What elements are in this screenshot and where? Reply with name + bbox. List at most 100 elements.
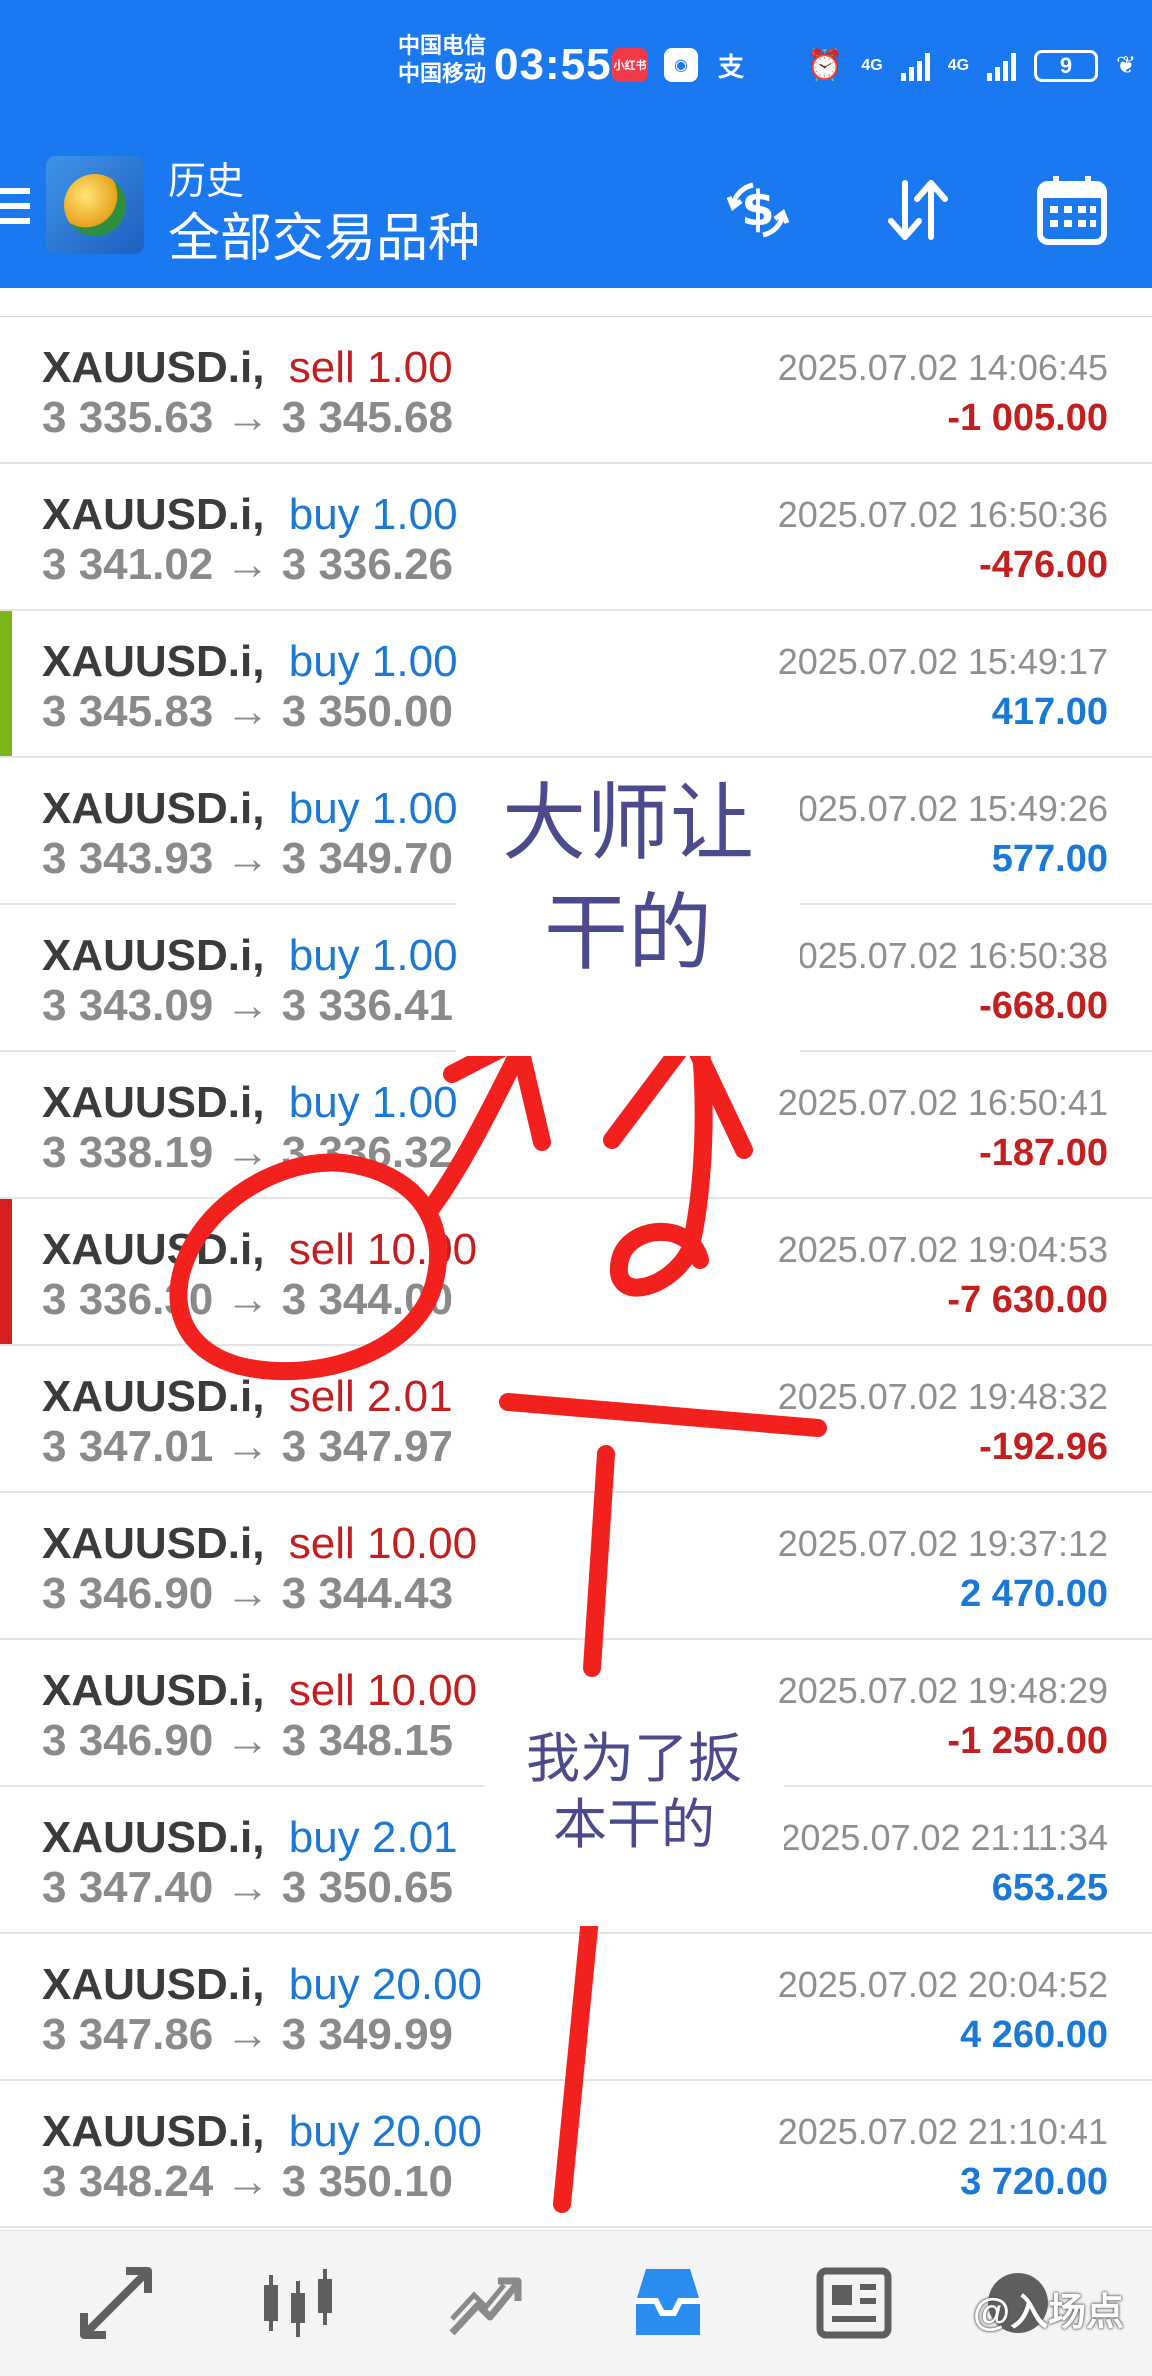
note-1-line-1: 大师让	[501, 776, 754, 870]
open-price: 3 341.02	[42, 540, 214, 589]
trade-type: sell	[288, 1225, 355, 1274]
history-icon[interactable]	[622, 2257, 714, 2349]
battery-icon: 9	[1034, 49, 1099, 82]
arrow-right-icon: →	[225, 834, 282, 883]
arrow-right-icon: →	[225, 2010, 282, 2059]
trade-volume: 1.00	[371, 931, 458, 980]
symbol-separator: ,	[252, 490, 265, 539]
trade-type: buy	[288, 2107, 360, 2156]
app-bar: 历史 全部交易品种 $	[0, 140, 1152, 288]
trade-row[interactable]: XAUUSD.i, buy 20.00 3 348.24 → 3 350.10 …	[0, 2081, 1152, 2228]
annotation-note-1: 大师让 干的	[456, 758, 800, 1056]
net-type-2: 4G	[947, 56, 970, 74]
trade-row[interactable]: XAUUSD.i, buy 20.00 3 347.86 → 3 349.99 …	[0, 1934, 1152, 2081]
trade-time: 2025.07.02 16:50:38	[777, 935, 1108, 976]
signal-icon-1	[900, 51, 930, 81]
trade-profit: 417.00	[991, 691, 1108, 733]
trade-prices: 3 348.24 → 3 350.10	[42, 2157, 453, 2207]
trade-symbol-line: XAUUSD.i, buy 1.00	[42, 490, 458, 540]
quotes-icon[interactable]	[70, 2257, 162, 2349]
trade-prices: 3 347.01 → 3 347.97	[42, 1422, 453, 1472]
close-price: 3 344.00	[281, 1275, 454, 1324]
trade-volume: 1.00	[371, 490, 458, 539]
trade-time: 2025.07.02 19:04:53	[777, 1229, 1108, 1270]
trade-type: sell	[288, 1372, 355, 1421]
close-price: 3 345.68	[281, 393, 454, 442]
net-type-1: 4G	[861, 56, 883, 74]
close-price: 3 336.26	[281, 540, 454, 589]
trade-row[interactable]: XAUUSD.i, buy 1.00 3 341.02 → 3 336.26 2…	[0, 464, 1152, 611]
trade-type: sell	[288, 1666, 355, 1715]
open-price: 3 338.19	[42, 1128, 214, 1177]
trade-symbol: XAUUSD.i	[42, 637, 253, 686]
trade-symbol-line: XAUUSD.i, buy 20.00	[42, 1960, 482, 2010]
status-app-icons: 小红书 ◉ 支	[612, 48, 748, 82]
trade-symbol: XAUUSD.i	[42, 343, 253, 392]
trade-row[interactable]: XAUUSD.i, buy 1.00 3 345.83 → 3 350.00 2…	[0, 611, 1152, 758]
symbol-separator: ,	[252, 1225, 265, 1274]
trade-symbol: XAUUSD.i	[42, 490, 253, 539]
arrow-right-icon: →	[225, 981, 282, 1030]
symbol-separator: ,	[252, 637, 265, 686]
trade-time: 2025.07.02 16:50:41	[777, 1082, 1108, 1123]
close-price: 3 349.70	[281, 834, 454, 883]
open-price: 3 343.09	[42, 981, 214, 1030]
trade-symbol-line: XAUUSD.i, buy 1.00	[42, 931, 458, 981]
symbol-separator: ,	[252, 931, 265, 980]
carrier-1: 中国电信	[398, 33, 487, 58]
calendar-icon[interactable]	[1032, 170, 1112, 250]
trade-symbol-line: XAUUSD.i, buy 1.00	[42, 784, 458, 834]
status-indicators: ⏰ 4G 4G 9 ❦	[806, 48, 1136, 83]
trade-time: 2025.07.02 21:11:34	[780, 1817, 1108, 1858]
trade-type: buy	[288, 784, 360, 833]
trade-marker	[0, 611, 12, 756]
trade-row[interactable]: XAUUSD.i, sell 10.00 3 346.90 → 3 344.43…	[0, 1493, 1152, 1640]
bottom-navigation: @入场点	[0, 2230, 1152, 2376]
trade-prices: 3 343.93 → 3 349.70	[42, 834, 453, 884]
status-bar: 中国电信 中国移动 03:55 小红书 ◉ 支 ⏰ 4G 4G 9 ❦	[0, 0, 1152, 140]
trade-profit: 4 260.00	[960, 2014, 1108, 2056]
trade-profit: -1 250.00	[947, 1720, 1108, 1762]
trade-type: buy	[288, 1960, 360, 2009]
battery-level: 9	[1059, 52, 1073, 78]
open-price: 3 343.93	[42, 834, 214, 883]
trade-type: buy	[288, 931, 360, 980]
trade-row[interactable]: XAUUSD.i, sell 1.00 3 335.63 → 3 345.68 …	[0, 317, 1152, 464]
trade-volume: 1.00	[371, 784, 458, 833]
arrow-right-icon: →	[225, 1863, 282, 1912]
trade-volume: 1.00	[366, 343, 453, 392]
trade-symbol: XAUUSD.i	[42, 2107, 253, 2156]
trade-symbol-line: XAUUSD.i, buy 1.00	[42, 1078, 458, 1128]
news-icon[interactable]	[808, 2257, 900, 2349]
sort-icon[interactable]	[878, 170, 958, 250]
symbol-separator: ,	[252, 1372, 265, 1421]
trade-symbol-line: XAUUSD.i, sell 10.00	[42, 1519, 477, 1569]
trade-prices: 3 336.30 → 3 344.00	[42, 1275, 453, 1325]
chart-icon[interactable]	[252, 2257, 344, 2349]
note-1-line-2: 干的	[543, 886, 712, 980]
trade-profit: -187.00	[979, 1132, 1108, 1174]
trade-icon[interactable]	[438, 2257, 530, 2349]
symbol-separator: ,	[252, 1078, 265, 1127]
symbol-filter[interactable]: 全部交易品种	[168, 196, 480, 271]
trade-symbol-line: XAUUSD.i, buy 2.01	[42, 1813, 458, 1863]
open-price: 3 347.01	[42, 1422, 214, 1471]
trade-prices: 3 346.90 → 3 348.15	[42, 1716, 453, 1766]
trade-profit: 3 720.00	[960, 2161, 1108, 2203]
trade-time: 2025.07.02 15:49:17	[777, 641, 1108, 682]
trade-profit: -668.00	[979, 985, 1108, 1027]
close-price: 3 336.41	[281, 981, 454, 1030]
menu-icon[interactable]	[0, 188, 30, 232]
dollar-sync-icon[interactable]: $	[718, 170, 798, 250]
trade-type: sell	[288, 1519, 355, 1568]
trade-row[interactable]: XAUUSD.i, sell 2.01 3 347.01 → 3 347.97 …	[0, 1346, 1152, 1493]
trade-row[interactable]: XAUUSD.i, buy 1.00 3 338.19 → 3 336.32 2…	[0, 1052, 1152, 1199]
symbol-separator: ,	[252, 1813, 265, 1862]
close-price: 3 344.43	[281, 1569, 454, 1618]
trade-row[interactable]: XAUUSD.i, sell 10.00 3 336.30 → 3 344.00…	[0, 1199, 1152, 1346]
status-clock: 03:55	[494, 40, 612, 89]
carrier-labels: 中国电信 中国移动	[398, 32, 486, 88]
annotation-note-2: 我为了扳 本干的	[484, 1706, 784, 1926]
trade-symbol-line: XAUUSD.i, buy 20.00	[42, 2107, 482, 2157]
watermark: @入场点	[972, 2292, 1124, 2334]
